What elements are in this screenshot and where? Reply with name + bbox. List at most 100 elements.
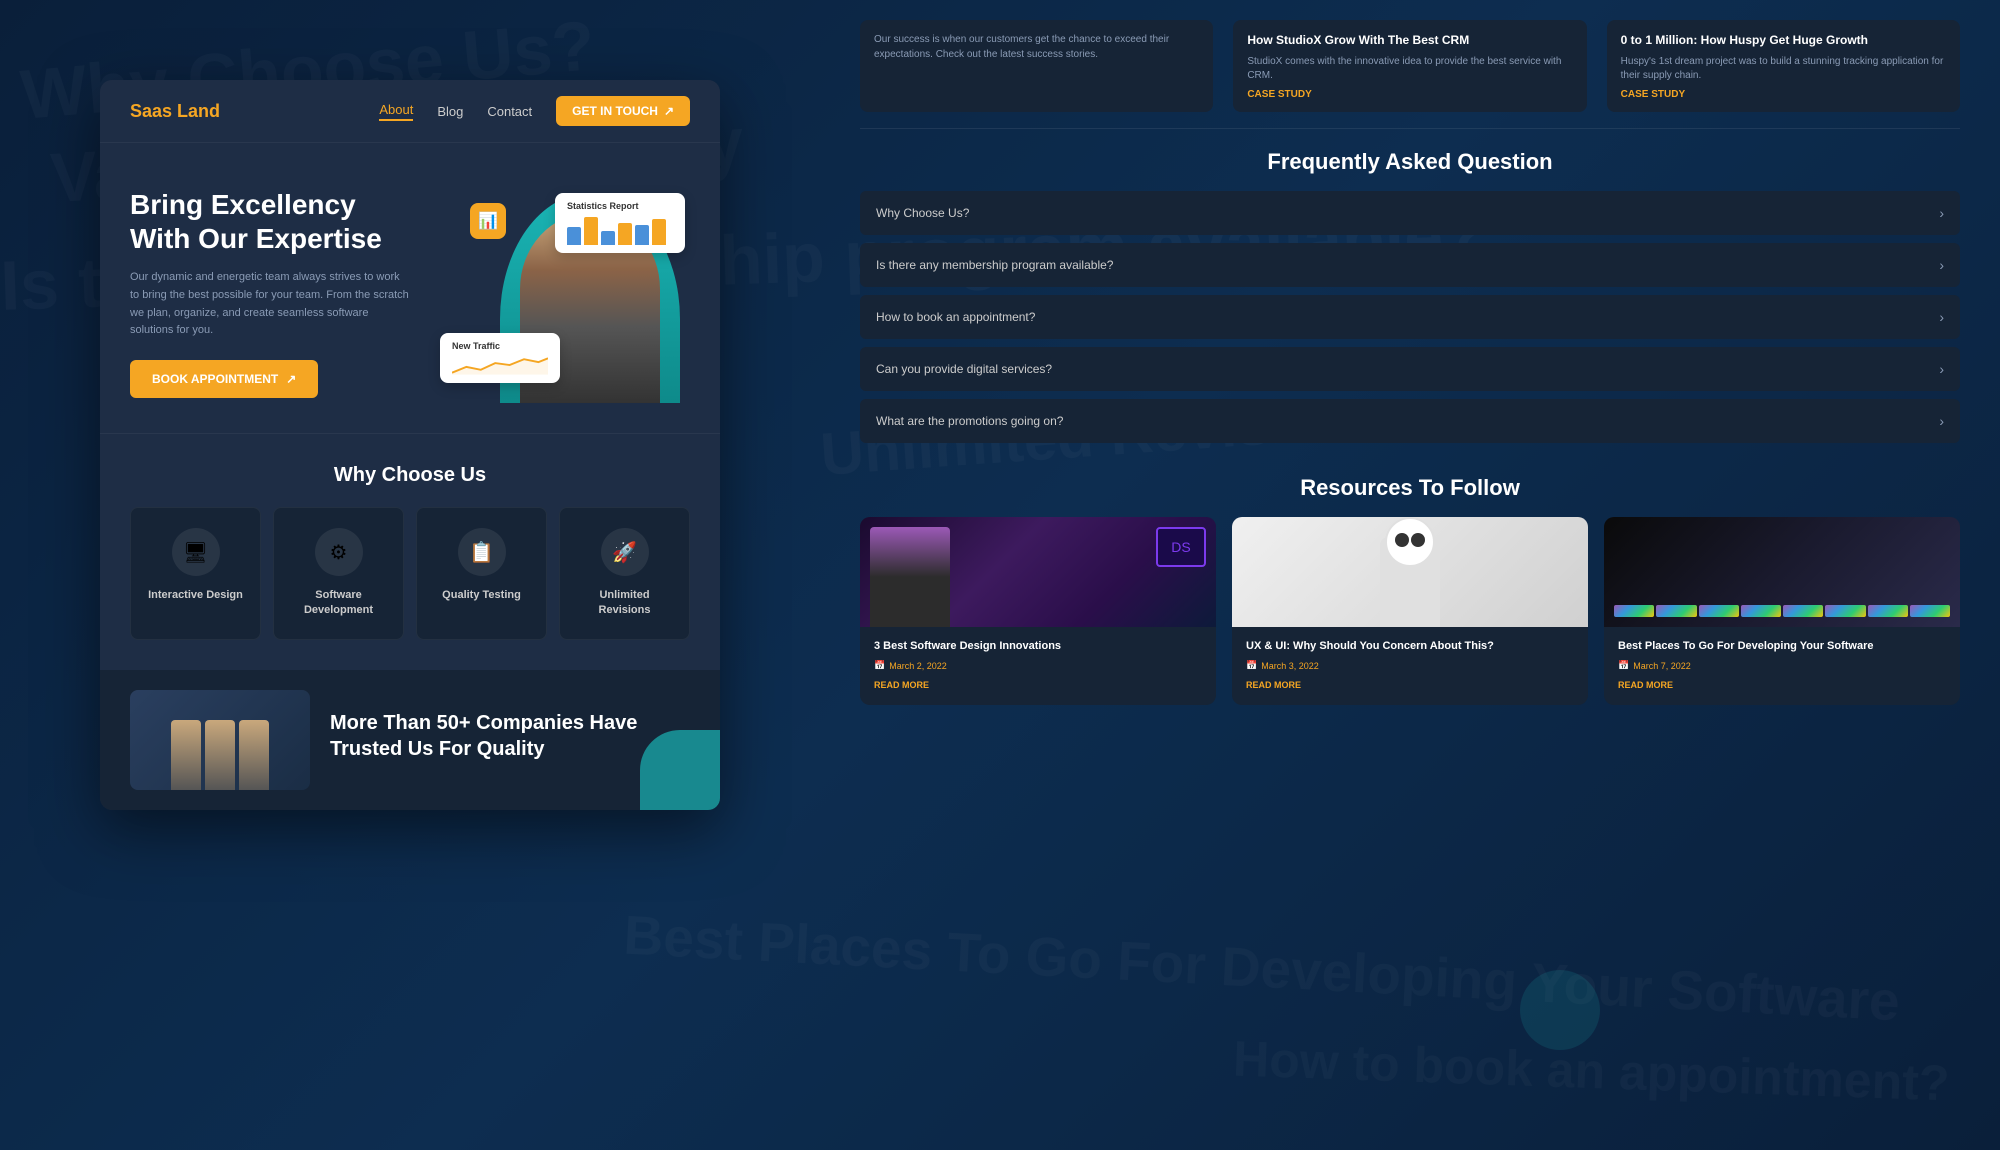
feature-card-interactive-design: 🖥 Interactive Design xyxy=(130,507,261,640)
case-study-1-title: How StudioX Grow With The Best CRM xyxy=(1247,32,1572,49)
key-8 xyxy=(1910,605,1950,617)
calendar-icon: 📅 xyxy=(874,660,885,671)
trust-person-1 xyxy=(171,720,201,790)
key-1 xyxy=(1614,605,1654,617)
interactive-design-label: Interactive Design xyxy=(143,588,248,603)
faq-arrow-3: › xyxy=(1939,309,1944,325)
resource-image-2 xyxy=(1232,517,1588,627)
faq-question-1: Why Choose Us? xyxy=(876,206,969,220)
trust-people-illustration xyxy=(171,720,269,790)
nav-link-contact[interactable]: Contact xyxy=(487,104,532,119)
resource-card-3: Best Places To Go For Developing Your So… xyxy=(1604,517,1960,705)
software-dev-icon: ⚙ xyxy=(315,528,363,576)
case-study-2: 0 to 1 Million: How Huspy Get Huge Growt… xyxy=(1607,20,1960,112)
case-study-1-link[interactable]: CASE STUDY xyxy=(1247,89,1572,100)
resource-card-1: DS 3 Best Software Design Innovations 📅 … xyxy=(860,517,1216,705)
case-studies-strip: Our success is when our customers get th… xyxy=(860,20,1960,129)
faq-item-4[interactable]: Can you provide digital services? › xyxy=(860,347,1960,391)
nav-logo: Saas Land xyxy=(130,101,220,122)
faq-item-5[interactable]: What are the promotions going on? › xyxy=(860,399,1960,443)
faq-question-2: Is there any membership program availabl… xyxy=(876,258,1113,272)
faq-arrow-1: › xyxy=(1939,205,1944,221)
faq-question-5: What are the promotions going on? xyxy=(876,414,1063,428)
resource-3-title: Best Places To Go For Developing Your So… xyxy=(1618,639,1946,654)
vr-screen-illustration: DS xyxy=(1156,527,1206,567)
left-panel: Saas Land About Blog Contact GET IN TOUC… xyxy=(0,0,820,1150)
book-appointment-button[interactable]: BOOK APPOINTMENT ↗ xyxy=(130,360,318,398)
hero-content: Bring Excellency With Our Expertise Our … xyxy=(130,188,410,398)
stats-icon-badge: 📊 xyxy=(470,203,506,239)
quality-testing-label: Quality Testing xyxy=(429,588,534,603)
trust-image xyxy=(130,690,310,790)
resource-1-date: 📅 March 2, 2022 xyxy=(874,660,1202,671)
resource-3-content: Best Places To Go For Developing Your So… xyxy=(1604,627,1960,705)
trust-title: More Than 50+ Companies Have Trusted Us … xyxy=(330,710,690,762)
unlimited-revisions-label: Unlimited Revisions xyxy=(572,588,677,619)
resource-2-read-more[interactable]: READ MORE xyxy=(1246,680,1301,690)
feature-card-software-dev: ⚙ Software Development xyxy=(273,507,404,640)
stat-bars xyxy=(567,215,673,245)
why-section-title: Why Choose Us xyxy=(130,464,690,487)
resources-title: Resources To Follow xyxy=(860,475,1960,501)
keyboard-illustration xyxy=(1614,605,1950,617)
stat-bar-6 xyxy=(652,219,666,245)
faq-arrow-5: › xyxy=(1939,413,1944,429)
calendar-icon: 📅 xyxy=(1618,660,1629,671)
faq-item-3[interactable]: How to book an appointment? › xyxy=(860,295,1960,339)
faq-arrow-4: › xyxy=(1939,361,1944,377)
hero-description: Our dynamic and energetic team always st… xyxy=(130,269,410,339)
resource-3-read-more[interactable]: READ MORE xyxy=(1618,680,1673,690)
resource-1-read-more[interactable]: READ MORE xyxy=(874,680,929,690)
faq-title: Frequently Asked Question xyxy=(860,149,1960,175)
nav-link-about[interactable]: About xyxy=(379,102,413,121)
case-study-2-desc: Huspy's 1st dream project was to build a… xyxy=(1621,55,1946,83)
why-choose-us-section: Why Choose Us 🖥 Interactive Design ⚙ Sof… xyxy=(100,433,720,670)
trust-person-3 xyxy=(239,720,269,790)
traffic-line-svg xyxy=(452,355,548,375)
right-panel: Our success is when our customers get th… xyxy=(820,0,2000,1150)
resource-2-content: UX & UI: Why Should You Concern About Th… xyxy=(1232,627,1588,705)
trust-person-2 xyxy=(205,720,235,790)
key-7 xyxy=(1868,605,1908,617)
key-2 xyxy=(1656,605,1696,617)
features-grid: 🖥 Interactive Design ⚙ Software Developm… xyxy=(130,507,690,640)
resources-section: Resources To Follow DS 3 Best Software D… xyxy=(860,475,1960,1130)
faq-section: Frequently Asked Question Why Choose Us?… xyxy=(860,149,1960,451)
nav-link-blog[interactable]: Blog xyxy=(437,104,463,119)
resource-2-date: 📅 March 3, 2022 xyxy=(1246,660,1574,671)
stat-card-title: Statistics Report xyxy=(567,201,673,211)
website-card: Saas Land About Blog Contact GET IN TOUC… xyxy=(100,80,720,810)
robot-eye-right xyxy=(1411,533,1425,547)
stat-bar-1 xyxy=(567,227,581,245)
unlimited-revisions-icon: 🚀 xyxy=(601,528,649,576)
case-study-intro: Our success is when our customers get th… xyxy=(860,20,1213,112)
teal-blob-decoration xyxy=(640,730,720,810)
stat-bar-4 xyxy=(618,223,632,245)
resource-card-2: UX & UI: Why Should You Concern About Th… xyxy=(1232,517,1588,705)
key-4 xyxy=(1741,605,1781,617)
case-study-2-title: 0 to 1 Million: How Huspy Get Huge Growt… xyxy=(1621,32,1946,49)
case-study-1-desc: StudioX comes with the innovative idea t… xyxy=(1247,55,1572,83)
main-layout: Saas Land About Blog Contact GET IN TOUC… xyxy=(0,0,2000,1150)
case-study-2-link[interactable]: CASE STUDY xyxy=(1621,89,1946,100)
feature-card-unlimited-revisions: 🚀 Unlimited Revisions xyxy=(559,507,690,640)
stat-bar-3 xyxy=(601,231,615,245)
faq-question-4: Can you provide digital services? xyxy=(876,362,1052,376)
quality-testing-icon: 📋 xyxy=(458,528,506,576)
statistics-card: Statistics Report xyxy=(555,193,685,253)
stat-bar-2 xyxy=(584,217,598,245)
resource-1-title: 3 Best Software Design Innovations xyxy=(874,639,1202,654)
faq-item-1[interactable]: Why Choose Us? › xyxy=(860,191,1960,235)
robot-head-illustration xyxy=(1385,517,1435,567)
trust-content: More Than 50+ Companies Have Trusted Us … xyxy=(330,710,690,770)
nav-cta-button[interactable]: GET IN TOUCH ↗ xyxy=(556,96,690,126)
software-dev-label: Software Development xyxy=(286,588,391,619)
stat-bar-5 xyxy=(635,225,649,245)
key-6 xyxy=(1825,605,1865,617)
case-study-1: How StudioX Grow With The Best CRM Studi… xyxy=(1233,20,1586,112)
resource-1-content: 3 Best Software Design Innovations 📅 Mar… xyxy=(860,627,1216,705)
hero-title: Bring Excellency With Our Expertise xyxy=(130,188,410,255)
faq-item-2[interactable]: Is there any membership program availabl… xyxy=(860,243,1960,287)
resources-grid: DS 3 Best Software Design Innovations 📅 … xyxy=(860,517,1960,705)
faq-arrow-2: › xyxy=(1939,257,1944,273)
